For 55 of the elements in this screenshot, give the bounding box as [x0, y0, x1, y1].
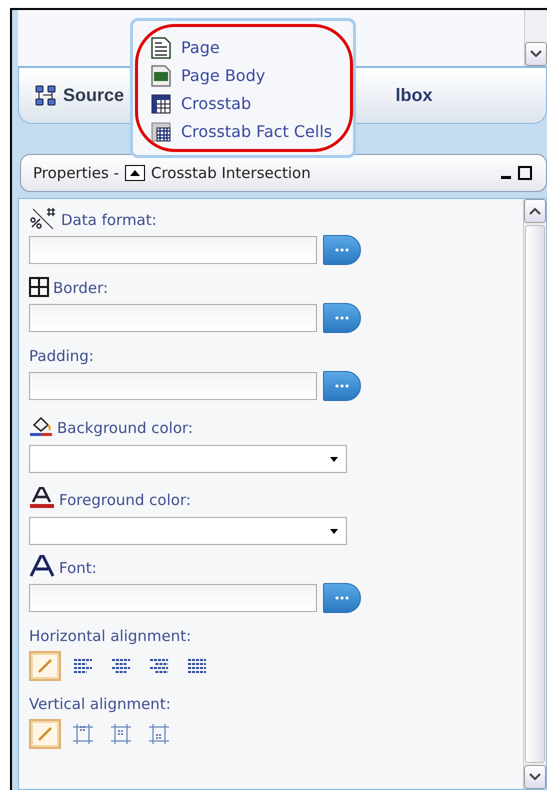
vertical-align-icon — [72, 723, 94, 745]
text-align-icon — [186, 658, 208, 674]
field-label: Data format: — [61, 211, 157, 229]
chevron-up-icon — [529, 207, 541, 215]
ellipsis-icon — [335, 596, 349, 600]
text-align-icon — [72, 658, 94, 674]
field-label: Font: — [59, 559, 97, 577]
page-icon — [151, 36, 171, 58]
chevron-down-icon — [530, 50, 542, 58]
number-format-icon — [29, 207, 57, 229]
ellipsis-icon — [335, 248, 349, 252]
field-label: Vertical alignment: — [29, 695, 171, 713]
grid-table-icon — [151, 94, 171, 114]
input-field[interactable] — [29, 584, 317, 612]
color-dropdown[interactable] — [29, 517, 347, 545]
scroll-up-button[interactable] — [524, 199, 546, 223]
scrollbar[interactable] — [523, 199, 546, 789]
input-field[interactable] — [29, 372, 317, 400]
scroll-thumb[interactable] — [525, 225, 545, 763]
scroll-down-button[interactable] — [525, 42, 547, 66]
font-letter-icon — [29, 555, 55, 577]
text-align-icon — [148, 658, 170, 674]
maximize-icon[interactable] — [518, 166, 532, 180]
scroll-down-button[interactable] — [524, 765, 546, 789]
grid-cells-icon — [151, 122, 171, 142]
field-label: Horizontal alignment: — [29, 627, 192, 645]
panel-title: Properties - — [33, 164, 119, 182]
field-label: Background color: — [57, 419, 193, 437]
field-label: Foreground color: — [59, 491, 191, 509]
source-tree-icon — [35, 84, 57, 106]
ellipsis-button[interactable] — [323, 235, 361, 265]
ellipsis-button[interactable] — [323, 303, 361, 333]
page-body-icon — [151, 64, 171, 86]
input-field[interactable] — [29, 236, 317, 264]
color-dropdown[interactable] — [29, 445, 347, 473]
field-label: Padding: — [29, 347, 94, 365]
border-grid-icon — [29, 277, 49, 297]
font-color-icon — [29, 487, 55, 509]
dropdown-arrow-icon — [330, 528, 338, 534]
vertical-align-icon — [110, 723, 132, 745]
parent-select-button[interactable] — [125, 165, 145, 181]
input-field[interactable] — [29, 304, 317, 332]
menu-item[interactable]: Page — [151, 36, 220, 59]
text-align-icon — [110, 658, 132, 674]
selection-name: Crosstab Intersection — [151, 164, 311, 182]
ellipsis-button[interactable] — [323, 583, 361, 613]
chevron-down-icon — [529, 773, 541, 781]
dropdown-arrow-icon — [330, 456, 338, 462]
vertical-align-icon — [148, 723, 170, 745]
triangle-up-icon — [128, 168, 142, 178]
paint-bucket-icon — [29, 415, 53, 437]
ellipsis-button[interactable] — [323, 371, 361, 401]
ellipsis-icon — [335, 384, 349, 388]
ellipsis-icon — [335, 316, 349, 320]
field-label: Border: — [53, 279, 108, 297]
